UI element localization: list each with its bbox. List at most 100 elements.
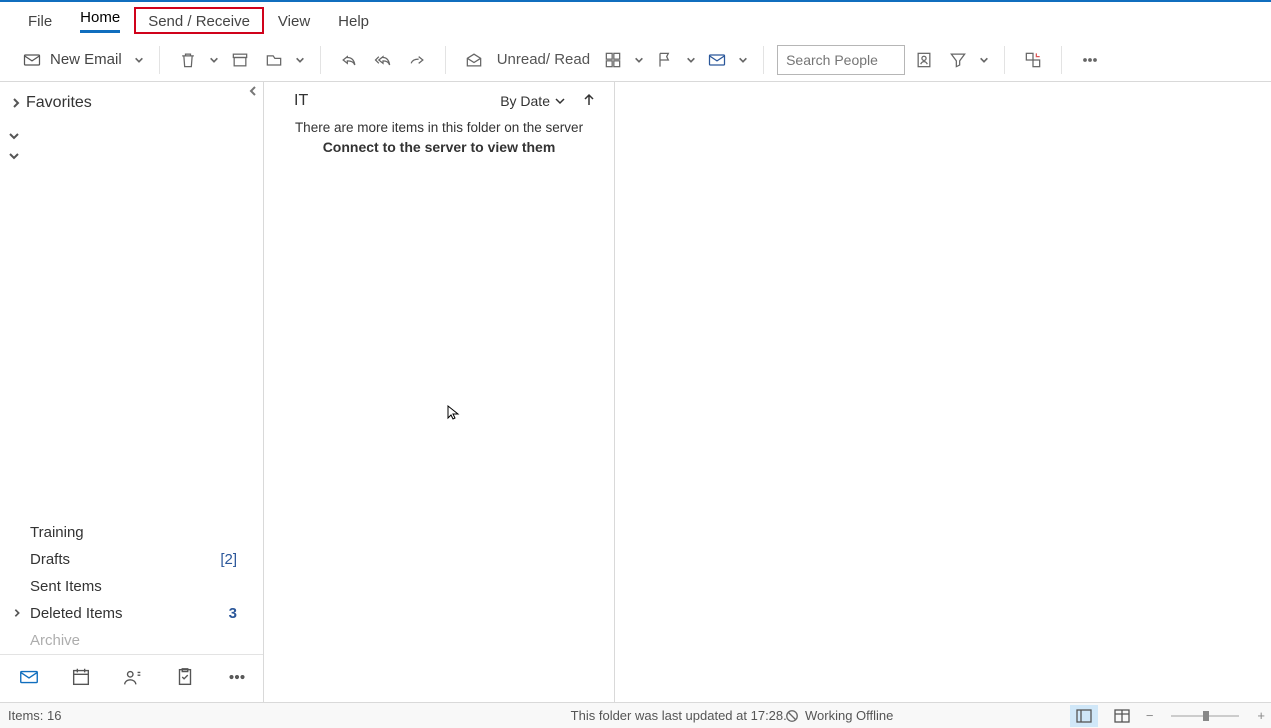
view-normal-button[interactable] [1070,705,1098,727]
send-receive-folders-button[interactable] [702,45,732,75]
sort-by-button[interactable]: By Date [500,93,566,109]
tab-help[interactable]: Help [324,7,383,34]
nav-mail[interactable] [18,666,40,691]
reply-icon [339,50,359,70]
ellipsis-icon [226,666,248,688]
status-item-count: Items: 16 [8,708,61,723]
folder-deleted-items[interactable]: Deleted Items 3 [0,600,263,627]
message-list: IT By Date There are more items in this … [264,82,615,702]
reading-icon [1114,709,1130,723]
reading-pane [615,82,1271,702]
zoom-slider[interactable] [1171,715,1239,717]
account-1[interactable] [0,126,263,146]
filter-icon [948,50,968,70]
calendar-icon [70,666,92,688]
status-offline: Working Offline [785,708,893,723]
folder-sent-items[interactable]: Sent Items [0,573,263,600]
people-icon [122,666,144,688]
chevron-left-icon [247,85,259,97]
send-receive-dropdown[interactable] [736,55,750,65]
envelope-icon [22,50,42,70]
nav-calendar[interactable] [70,666,92,691]
tab-home[interactable]: Home [66,3,134,37]
addins-button[interactable] [1018,45,1048,75]
zoom-in-button[interactable]: + [1257,708,1265,723]
chevron-down-icon [8,130,20,142]
chevron-right-icon [10,97,22,109]
collapse-nav-button[interactable] [247,84,259,100]
new-email-button[interactable]: New Email [16,45,128,75]
reply-all-button[interactable] [368,45,398,75]
nav-people[interactable] [122,666,144,691]
reply-all-icon [373,50,393,70]
cursor-icon [446,404,462,423]
drafts-count: [2] [220,551,237,568]
offline-icon [785,709,799,723]
delete-button[interactable] [173,45,203,75]
new-email-dropdown[interactable] [132,55,146,65]
new-email-label: New Email [50,51,122,68]
chevron-down-icon [8,150,20,162]
nav-more[interactable] [226,666,248,691]
favorites-label: Favorites [26,94,92,112]
reply-button[interactable] [334,45,364,75]
tab-view[interactable]: View [264,7,324,34]
folder-archive[interactable]: Archive [0,627,263,654]
flag-button[interactable] [650,45,680,75]
filter-dropdown[interactable] [977,55,991,65]
folder-drafts[interactable]: Drafts [2] [0,546,263,573]
flag-icon [655,50,675,70]
archive-button[interactable] [225,45,255,75]
zoom-out-button[interactable]: − [1146,708,1154,723]
categorize-button[interactable] [598,45,628,75]
categorize-dropdown[interactable] [632,55,646,65]
server-items-info: There are more items in this folder on t… [264,118,614,137]
ribbon-tabs: File Home Send / Receive View Help [0,2,1271,38]
categorize-icon [603,50,623,70]
unread-read-button[interactable] [459,45,489,75]
folder-label: Sent Items [30,578,102,595]
move-button[interactable] [259,45,289,75]
ellipsis-icon [1080,50,1100,70]
folder-label: Drafts [30,551,70,568]
arrow-up-icon [582,93,596,107]
archive-icon [230,50,250,70]
folder-label: Archive [30,632,80,649]
filter-button[interactable] [943,45,973,75]
flag-dropdown[interactable] [684,55,698,65]
favorites-header[interactable]: Favorites [0,82,263,120]
tab-send-receive[interactable]: Send / Receive [134,7,264,34]
status-bar: Items: 16 This folder was last updated a… [0,702,1271,728]
move-icon [264,50,284,70]
addins-icon [1023,50,1043,70]
address-book-icon [914,50,934,70]
search-people-input[interactable] [777,45,905,75]
folder-label: Deleted Items [30,605,123,622]
forward-icon [407,50,427,70]
delete-dropdown[interactable] [207,55,221,65]
trash-icon [178,50,198,70]
sort-direction-button[interactable] [582,93,596,110]
status-offline-label: Working Offline [805,708,893,723]
tasks-icon [174,666,196,688]
view-reading-button[interactable] [1108,705,1136,727]
folder-training[interactable]: Training [0,519,263,546]
deleted-count: 3 [229,605,237,622]
envelope-open-icon [464,50,484,70]
sort-by-label: By Date [500,93,550,109]
mail-icon [18,666,40,688]
chevron-down-icon [554,95,566,107]
ribbon: New Email Unread/ Read [0,38,1271,82]
navigation-pane: Favorites Training Drafts [2] Sent Items… [0,82,264,702]
folder-title: IT [294,92,308,110]
move-dropdown[interactable] [293,55,307,65]
layout-icon [1076,709,1092,723]
ribbon-more-button[interactable] [1075,45,1105,75]
sync-icon [707,50,727,70]
nav-tasks[interactable] [174,666,196,691]
address-book-button[interactable] [909,45,939,75]
tab-file[interactable]: File [14,7,66,34]
chevron-right-icon [12,608,22,618]
account-2[interactable] [0,146,263,166]
forward-button[interactable] [402,45,432,75]
